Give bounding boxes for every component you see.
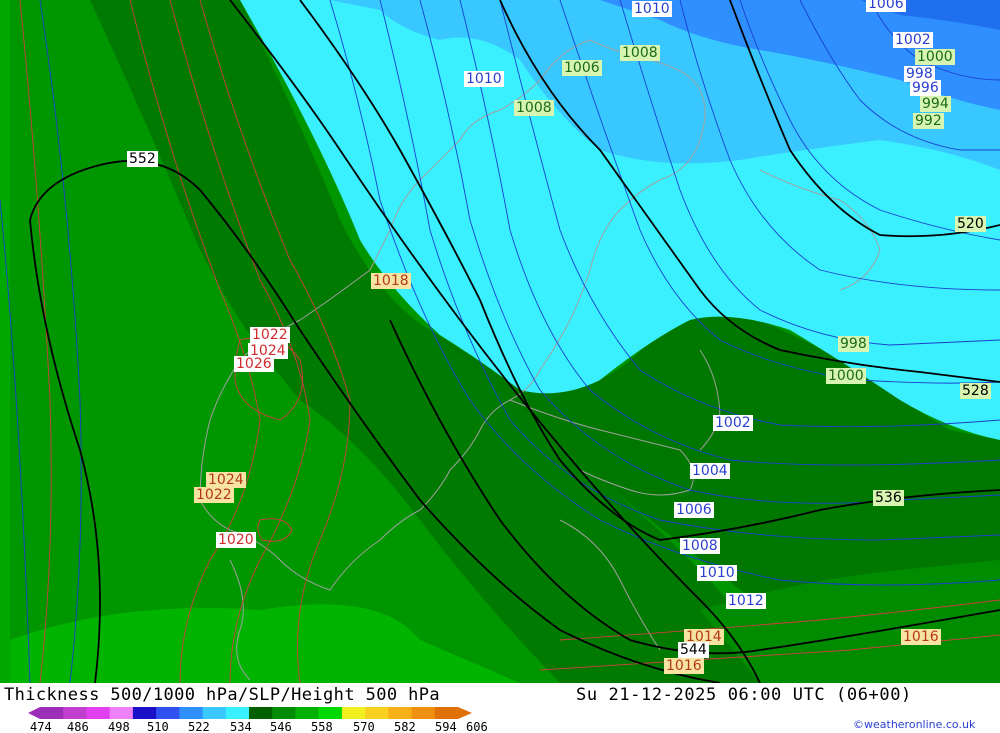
scale-tick: 474	[30, 720, 52, 733]
scale-swatch	[86, 707, 111, 719]
scale-tick: 558	[311, 720, 333, 733]
isobar-label: 1004	[690, 463, 730, 479]
isobar-label: 1018	[371, 273, 411, 289]
isobar-label: 1022	[194, 487, 234, 503]
isobar-label: 1026	[234, 356, 274, 372]
scale-tick: 606	[466, 720, 488, 733]
scale-tick: 546	[270, 720, 292, 733]
scale-swatch	[341, 707, 366, 719]
scale-swatch	[63, 707, 87, 719]
map-datetime: Su 21-12-2025 06:00 UTC (06+00)	[576, 685, 912, 705]
scale-swatch	[249, 707, 273, 719]
scale-swatch	[179, 707, 204, 719]
scale-tick: 570	[353, 720, 375, 733]
isobar-label: 1024	[206, 472, 246, 488]
color-scale-bar	[28, 707, 472, 719]
scale-arrow-right	[458, 707, 472, 719]
isobar-label: 1006	[674, 502, 714, 518]
isobar-label: 1000	[826, 368, 866, 384]
isobar-label: 1016	[664, 658, 704, 674]
scale-tick: 522	[188, 720, 210, 733]
scale-swatch	[132, 707, 157, 719]
isobar-label: 1010	[697, 565, 737, 581]
scale-swatch	[365, 707, 389, 719]
scale-tick: 486	[67, 720, 89, 733]
isobar-label: 1016	[901, 629, 941, 645]
scale-swatch	[434, 707, 459, 719]
scale-tick: 498	[108, 720, 130, 733]
scale-tick: 510	[147, 720, 169, 733]
scale-swatch	[156, 707, 180, 719]
isobar-label: 1008	[620, 45, 660, 61]
scale-swatch	[40, 707, 64, 719]
isobar-label: 998	[838, 336, 869, 352]
isobar-label: 1020	[216, 532, 256, 548]
isobar-label: 994	[920, 96, 951, 112]
isobar-label: 1008	[680, 538, 720, 554]
scale-swatch	[202, 707, 227, 719]
isobar-label: 1012	[726, 593, 766, 609]
scale-tick: 582	[394, 720, 416, 733]
isobar-label: 1002	[713, 415, 753, 431]
height-label: 528	[960, 383, 991, 399]
isobar-label: 1002	[893, 32, 933, 48]
height-label: 520	[955, 216, 986, 232]
scale-swatch	[109, 707, 134, 719]
scale-swatch	[295, 707, 320, 719]
isobar-label: 1010	[464, 71, 504, 87]
scale-swatch	[318, 707, 343, 719]
isobar-label: 1000	[915, 49, 955, 65]
isobar-label: 992	[913, 113, 944, 129]
weather-map-page: 1010 1006 1008 1008 1010 1002 1006 1000 …	[0, 0, 1000, 733]
isobar-label: 1008	[514, 100, 554, 116]
scale-arrow-left	[28, 707, 40, 719]
scale-swatch	[272, 707, 296, 719]
height-label: 536	[873, 490, 904, 506]
thickness-band-540-edge	[0, 0, 10, 683]
isobar-label: 1006	[562, 60, 602, 76]
scale-swatch	[388, 707, 413, 719]
scale-swatch	[225, 707, 250, 719]
height-label: 544	[678, 642, 709, 658]
isobar-label: 1010	[632, 1, 672, 17]
credit-link[interactable]: ©weatheronline.co.uk	[853, 718, 975, 731]
map-title: Thickness 500/1000 hPa/SLP/Height 500 hP…	[4, 685, 441, 705]
isobar-label: 1022	[250, 327, 290, 343]
scale-swatch	[411, 707, 436, 719]
scale-tick: 534	[230, 720, 252, 733]
scale-tick: 594	[435, 720, 457, 733]
height-label: 552	[127, 151, 158, 167]
isobar-label: 1006	[866, 0, 906, 12]
isobar-label: 996	[910, 80, 941, 96]
